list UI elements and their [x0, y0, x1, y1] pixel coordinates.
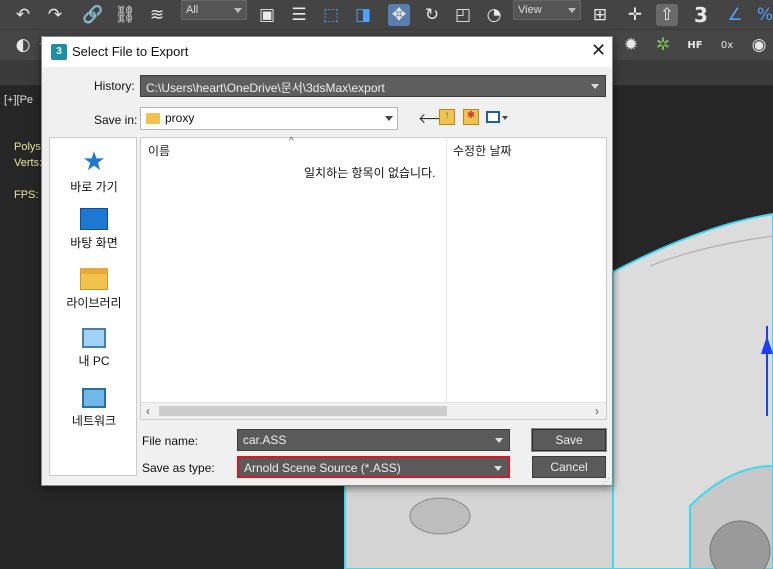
rotate-icon[interactable]: ↻: [421, 4, 443, 26]
scrollbar-thumb[interactable]: [159, 406, 447, 416]
select-by-name-icon[interactable]: ☰: [288, 4, 310, 26]
ornatrix-icon[interactable]: 0x: [716, 34, 738, 56]
sort-up-icon: ^: [289, 136, 294, 147]
select-object-icon[interactable]: ▣: [256, 4, 278, 26]
dialog-title: Select File to Export: [72, 44, 189, 59]
gear-icon[interactable]: ✹: [620, 34, 642, 56]
selection-filter-value: All: [186, 4, 199, 16]
save-as-type-dropdown[interactable]: Arnold Scene Source (*.ASS): [237, 456, 510, 478]
library-folder-icon: [80, 268, 108, 290]
place-this-pc[interactable]: 내 PC: [50, 328, 138, 369]
percent-snap-icon[interactable]: %: [754, 4, 773, 26]
place-network[interactable]: 네트워크: [50, 388, 138, 429]
save-as-type-value: Arnold Scene Source (*.ASS): [244, 461, 401, 475]
cancel-button-label: Cancel: [550, 460, 588, 474]
unlink-icon[interactable]: ⛓: [114, 4, 136, 26]
new-folder-icon[interactable]: ✱: [463, 109, 479, 125]
select-manipulate-icon[interactable]: ✛: [624, 4, 646, 26]
horizontal-scrollbar[interactable]: ‹ ›: [141, 402, 606, 419]
close-icon[interactable]: ✕: [591, 40, 606, 61]
file-name-value: car.ASS: [243, 433, 287, 447]
column-header-modified[interactable]: 수정한 날짜: [453, 142, 512, 159]
history-value: C:\Users\heart\OneDrive\문서\3dsMax\export: [146, 81, 385, 95]
view-menu-arrow-icon[interactable]: [502, 116, 508, 120]
hair-fur-icon[interactable]: HF: [684, 34, 706, 56]
view-icon[interactable]: ◐: [12, 34, 34, 56]
folder-icon: [146, 113, 160, 125]
scroll-right-icon[interactable]: ›: [595, 404, 599, 418]
cancel-button[interactable]: Cancel: [532, 456, 606, 478]
reference-coord-dropdown[interactable]: View: [513, 0, 581, 20]
history-dropdown[interactable]: C:\Users\heart\OneDrive\문서\3dsMax\export: [140, 75, 606, 97]
file-name-input[interactable]: car.ASS: [237, 429, 510, 451]
export-dialog: 3 Select File to Export ✕ History: C:\Us…: [41, 36, 613, 486]
3dsmax-app-icon: 3: [51, 44, 67, 60]
place-label: 내 PC: [78, 354, 110, 368]
undo-icon[interactable]: ↶: [12, 4, 34, 26]
save-button-label: Save: [555, 433, 583, 447]
place-quick-access[interactable]: ★ 바로 가기: [50, 148, 138, 195]
place-label: 라이브러리: [66, 296, 122, 310]
move-icon[interactable]: ✥: [388, 4, 410, 26]
main-toolbar: ↶ ↷ 🔗 ⛓ ≋ All ▣ ☰ ⬚ ◨ ✥ ↻ ◰ ◔ View ⊞ ✛ ⇧…: [0, 0, 773, 30]
scroll-left-icon[interactable]: ‹: [146, 404, 150, 418]
places-bar: ★ 바로 가기 바탕 화면 라이브러리 내 PC 네트워크: [49, 137, 137, 476]
column-divider: [446, 138, 447, 403]
snaps-toggle-icon[interactable]: 3: [690, 3, 712, 27]
placement-icon[interactable]: ◔: [483, 4, 505, 26]
network-icon: [82, 388, 106, 408]
window-crossing-icon[interactable]: ◨: [352, 4, 374, 26]
place-libraries[interactable]: 라이브러리: [50, 268, 138, 311]
reference-coord-value: View: [518, 4, 542, 16]
save-in-label: Save in:: [94, 113, 138, 127]
star-icon: ★: [82, 146, 106, 176]
place-label: 바탕 화면: [70, 236, 118, 250]
grass-icon[interactable]: ✲: [652, 34, 674, 56]
place-label: 네트워크: [71, 414, 117, 428]
save-as-type-label: Save as type:: [142, 461, 215, 475]
view-menu-icon[interactable]: [486, 111, 500, 123]
angle-snap-icon[interactable]: ∠: [724, 4, 746, 26]
empty-message: 일치하는 항목이 없습니다.: [304, 166, 436, 180]
keyboard-shortcut-icon[interactable]: ⇧: [656, 4, 678, 26]
redo-icon[interactable]: ↷: [44, 4, 66, 26]
save-in-dropdown[interactable]: proxy: [140, 107, 398, 130]
up-folder-icon[interactable]: ↑: [439, 109, 455, 125]
place-label: 바로 가기: [70, 180, 118, 194]
rectangular-selection-icon[interactable]: ⬚: [320, 4, 342, 26]
computer-icon: [82, 328, 106, 348]
link-icon[interactable]: 🔗: [82, 4, 104, 26]
file-list[interactable]: 이름 ^ 수정한 날짜 일치하는 항목이 없습니다. ‹ ›: [140, 136, 607, 420]
render-icon[interactable]: ◉: [748, 34, 770, 56]
selection-filter-dropdown[interactable]: All: [181, 0, 247, 20]
file-name-label: File name:: [142, 434, 199, 448]
desktop-icon: [80, 208, 108, 230]
scale-icon[interactable]: ◰: [452, 4, 474, 26]
column-header-name[interactable]: 이름: [148, 142, 170, 159]
place-desktop[interactable]: 바탕 화면: [50, 208, 138, 251]
bind-spacewarp-icon[interactable]: ≋: [146, 4, 168, 26]
save-in-value: proxy: [165, 111, 195, 125]
pivot-icon[interactable]: ⊞: [589, 4, 611, 26]
save-button[interactable]: Save: [531, 428, 607, 452]
history-label: History:: [94, 79, 135, 93]
dialog-titlebar: 3 Select File to Export ✕: [42, 37, 612, 67]
resize-grip-icon[interactable]: ⋰: [602, 477, 610, 486]
